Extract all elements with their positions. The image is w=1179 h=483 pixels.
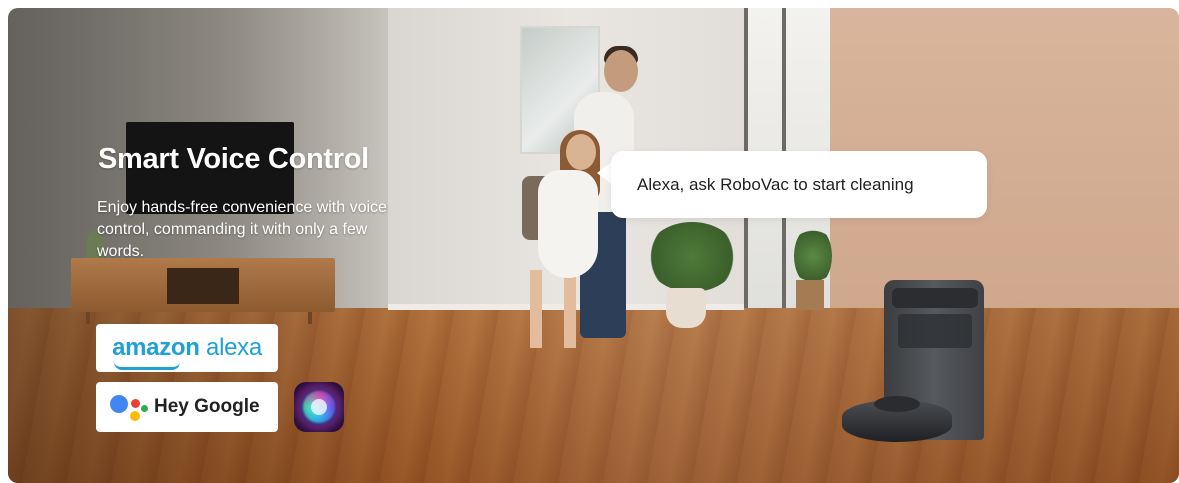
dock-lid	[892, 288, 978, 308]
man-figure-head	[604, 50, 638, 92]
alexa-logo-word-alexa: alexa	[206, 334, 262, 361]
plant-outside	[794, 226, 832, 286]
girl-figure-head	[566, 134, 596, 170]
google-dot-green	[141, 405, 148, 412]
amazon-alexa-logo: amazon alexa	[112, 334, 262, 370]
google-dot-blue	[110, 395, 128, 413]
dock-window	[898, 314, 972, 348]
plant-pot	[666, 288, 706, 328]
speech-bubble-text: Alexa, ask RoboVac to start cleaning	[637, 174, 914, 194]
google-dot-red	[131, 399, 140, 408]
plant-illustration	[646, 222, 738, 292]
amazon-alexa-badge: amazon alexa	[96, 324, 278, 372]
girl-figure	[538, 170, 598, 278]
hey-google-badge: Hey Google	[96, 382, 278, 432]
alexa-logo-word-amazon: amazon	[112, 334, 200, 361]
cabinet-leg	[308, 312, 312, 324]
plant-outside-pot	[796, 280, 824, 310]
google-assistant-dots-icon	[110, 389, 150, 425]
cabinet-leg	[86, 312, 90, 324]
amazon-smile-icon	[114, 362, 181, 370]
siri-icon	[294, 382, 344, 432]
hey-google-label: Hey Google	[154, 396, 260, 417]
speech-bubble: Alexa, ask RoboVac to start cleaning	[611, 151, 987, 218]
google-dot-yellow	[130, 411, 140, 421]
page-title: Smart Voice Control	[98, 143, 369, 175]
girl-figure-legs	[530, 270, 584, 348]
tv-cabinet	[71, 258, 335, 312]
robot-vacuum-lidar	[874, 396, 920, 412]
feature-description: Enjoy hands-free convenience with voice …	[97, 199, 387, 260]
